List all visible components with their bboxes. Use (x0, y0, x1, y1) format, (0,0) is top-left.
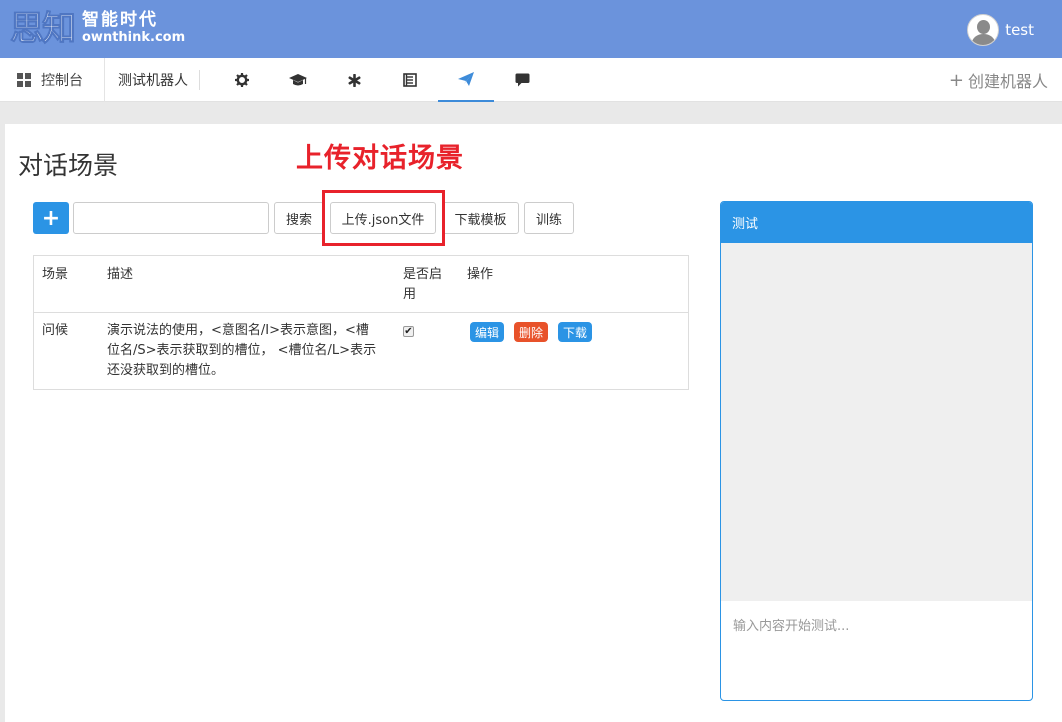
logo-domain: ownthink.com (82, 30, 186, 45)
logo[interactable]: 思知 智能时代 ownthink.com (10, 8, 186, 50)
send-icon[interactable] (438, 58, 494, 102)
dashboard-grid-icon (17, 73, 31, 87)
row-description-line: 还没获取到的槽位。 (107, 363, 225, 378)
header-actions: 操作 (467, 267, 494, 282)
plus-icon: + (948, 69, 964, 91)
header-scene: 场景 (42, 267, 69, 282)
avatar (967, 14, 1000, 46)
row-scene: 问候 (42, 323, 69, 338)
header-enabled: 是否启用 (403, 267, 443, 302)
row-description-line: 位名/S>表示获取到的槽位， <槽位名/L>表示 (107, 343, 377, 358)
delete-button[interactable]: 删除 (514, 322, 548, 342)
page-title: 对话场景 (18, 151, 119, 180)
username: test (1005, 21, 1034, 39)
add-plus-icon: + (41, 205, 61, 231)
book-icon[interactable] (382, 58, 438, 102)
annotation-text: 上传对话场景 (296, 143, 464, 174)
train-button[interactable]: 训练 (524, 202, 574, 234)
header-divider (34, 312, 688, 313)
gear-icon[interactable] (214, 58, 270, 102)
download-button[interactable]: 下载 (558, 322, 592, 342)
search-button[interactable]: 搜索 (274, 202, 324, 234)
test-panel: 测试 输入内容开始测试... (720, 201, 1033, 701)
add-scene-button[interactable]: + (33, 202, 69, 234)
row-description-line: 演示说法的使用，<意图名/I>表示意图，<槽 (107, 323, 369, 338)
asterisk-icon[interactable] (326, 58, 382, 102)
scene-table: 场景 描述 是否启用 操作 问候 演示说法的使用，<意图名/I>表示意图，<槽 … (33, 255, 689, 390)
nav-dashboard[interactable]: 控制台 (0, 58, 105, 102)
comment-icon[interactable] (494, 58, 550, 102)
annotation-highlight-box (322, 190, 445, 246)
edit-button[interactable]: 编辑 (470, 322, 504, 342)
test-chat-area (721, 243, 1032, 601)
row-description: 演示说法的使用，<意图名/I>表示意图，<槽 位名/S>表示获取到的槽位， <槽… (107, 321, 397, 381)
download-template-button[interactable]: 下载模板 (442, 202, 519, 234)
logo-text: 智能时代 ownthink.com (82, 11, 185, 47)
header-description: 描述 (107, 267, 134, 282)
user-menu[interactable]: test (967, 14, 1034, 46)
create-robot-label: 创建机器人 (967, 72, 1048, 91)
logo-mark: 思知 (10, 9, 77, 50)
test-message-input[interactable]: 输入内容开始测试... (733, 615, 849, 634)
logo-slogan: 智能时代 (82, 10, 158, 30)
enabled-checkbox[interactable]: ✔ (403, 326, 414, 337)
nav-divider (199, 70, 200, 90)
graduation-cap-icon[interactable] (270, 58, 326, 102)
nav-dashboard-label: 控制台 (41, 73, 83, 89)
test-panel-title: 测试 (721, 202, 1032, 243)
search-input[interactable] (73, 202, 269, 234)
top-header: 思知 智能时代 ownthink.com test (0, 0, 1062, 58)
create-robot-button[interactable]: + 创建机器人 (949, 58, 1048, 102)
nav-bar: 控制台 测试机器人 + 创建机器人 (0, 58, 1062, 102)
nav-robot-name[interactable]: 测试机器人 (118, 58, 188, 102)
